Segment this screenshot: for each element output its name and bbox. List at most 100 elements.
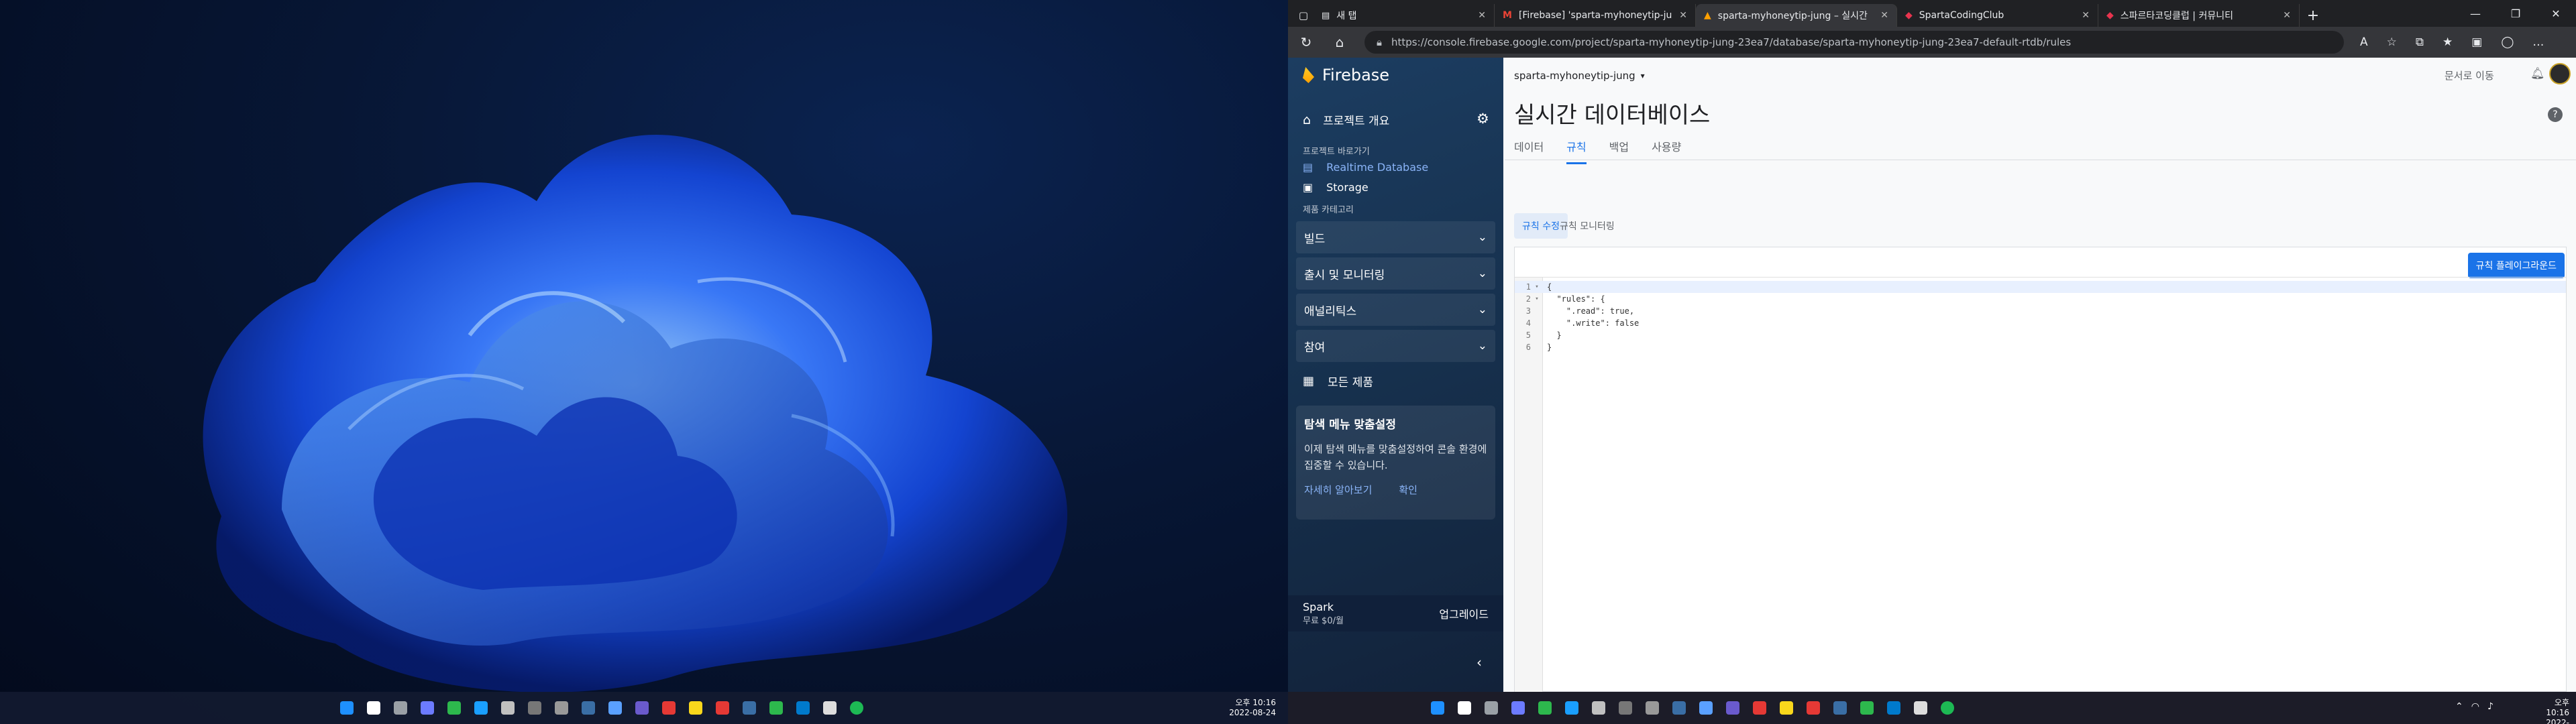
firebase-logo[interactable]: Firebase [1303,66,1389,84]
store-icon[interactable] [498,698,518,718]
profile-icon[interactable]: ◯ [2501,36,2514,49]
reload-icon[interactable]: ↻ [1297,34,1315,50]
tab-rules[interactable]: 규칙 [1566,138,1587,164]
tab-1[interactable]: M [Firebase] 'sparta-myhoneytip-ju ✕ [1495,4,1696,27]
spotify-icon[interactable] [847,698,867,718]
confirm-link[interactable]: 확인 [1399,483,1417,497]
close-button[interactable]: ✕ [2536,0,2576,27]
tab-0[interactable]: ▤ 새 탭 ✕ [1313,4,1495,27]
new-tab-button[interactable]: + [2300,4,2326,27]
favorites-list-icon[interactable]: ★ [2443,36,2453,49]
taskview-icon[interactable] [1481,698,1501,718]
youtube-icon[interactable] [659,698,679,718]
upgrade-button[interactable]: 업그레이드 [1439,605,1489,621]
subtab-rules-monitoring[interactable]: 규칙 모니터링 [1560,219,1615,233]
fold-marker[interactable]: ▾ [1531,293,1543,305]
tab-backups[interactable]: 백업 [1609,138,1629,164]
search-icon[interactable] [364,698,384,718]
favorite-icon[interactable]: ☆ [2387,36,2397,49]
app-icon[interactable] [632,698,652,718]
close-icon[interactable]: ✕ [1478,10,1486,21]
youtube-icon[interactable] [1750,698,1770,718]
taskbar-right-clock[interactable]: 오후 10:162022-08-24 [2534,698,2569,724]
settings-gear-icon[interactable]: ⚙ [1477,111,1489,127]
app-icon[interactable] [605,698,625,718]
url-field[interactable]: 🔒︎ https://console.firebase.google.com/p… [1364,31,2344,54]
category-item[interactable]: 참여 ⌄ [1296,330,1495,362]
rules-playground-button[interactable]: 규칙 플레이그라운드 [2467,253,2565,278]
category-item[interactable]: 빌드 ⌄ [1296,221,1495,253]
learn-more-link[interactable]: 자세히 알아보기 [1304,483,1372,497]
app-icon[interactable] [1669,698,1689,718]
fold-marker[interactable] [1531,329,1543,341]
extensions-icon[interactable]: ⧉ [2416,36,2424,49]
close-icon[interactable]: ✕ [2082,10,2090,21]
more-icon[interactable]: … [2532,36,2544,49]
all-products-item[interactable]: ▦ 모든 제품 [1303,373,1373,389]
code-editor[interactable]: 1 ▾{2 ▾ "rules": {3 ".read": true, 4 ".writ… [1515,281,2566,353]
wifi-icon[interactable]: ◠ [2471,701,2479,712]
project-overview-item[interactable]: ⌂ 프로젝트 개요 [1303,111,1389,129]
chevron-up-icon[interactable]: ⌃ [2455,701,2463,712]
restore-button[interactable]: ❐ [2496,0,2536,27]
fold-marker[interactable]: ▾ [1531,281,1543,293]
windows-icon[interactable] [337,698,357,718]
taskview-icon[interactable] [390,698,411,718]
taskbar-left-clock[interactable]: 오후 10:16 2022-08-24 [1216,698,1276,718]
app-icon[interactable] [578,698,598,718]
minimize-button[interactable]: — [2455,0,2496,27]
tab-3[interactable]: ◆ SpartaCodingClub ✕ [1897,4,2098,27]
close-icon[interactable]: ✕ [1880,10,1888,21]
read-aloud-icon[interactable]: A [2360,36,2368,49]
fold-marker[interactable] [1531,317,1543,329]
vscode-icon[interactable] [793,698,813,718]
fold-marker[interactable] [1531,305,1543,317]
spotify-icon[interactable] [1937,698,1957,718]
app-icon[interactable] [1723,698,1743,718]
app-icon[interactable] [686,698,706,718]
tab-data[interactable]: 데이터 [1514,138,1544,164]
chrome-icon[interactable] [820,698,840,718]
app-icon[interactable] [1642,698,1662,718]
calendar-icon[interactable] [525,698,545,718]
wechat-icon[interactable] [444,698,464,718]
collapse-sidebar-icon[interactable]: ‹ [1477,654,1482,670]
vscode-icon[interactable] [1884,698,1904,718]
app-icon[interactable] [1696,698,1716,718]
fold-marker[interactable] [1531,341,1543,353]
help-icon[interactable]: ? [2548,107,2563,122]
calendar-icon[interactable] [1615,698,1635,718]
app-icon[interactable] [1776,698,1796,718]
tab-usage[interactable]: 사용량 [1652,138,1681,164]
project-selector[interactable]: sparta-myhoneytip-jung ▾ [1514,70,1645,82]
edge-icon[interactable] [471,698,491,718]
app-icon[interactable] [1803,698,1823,718]
app-icon[interactable] [1857,698,1877,718]
windows-icon[interactable] [1428,698,1448,718]
volume-icon[interactable]: ♪ [2487,701,2493,712]
chat-icon[interactable] [1508,698,1528,718]
edge-icon[interactable] [1562,698,1582,718]
nav-storage[interactable]: ▣ Storage [1303,181,1368,194]
search-icon[interactable] [1454,698,1474,718]
nav-realtime-database[interactable]: ▤ Realtime Database [1303,161,1428,174]
close-icon[interactable]: ✕ [2283,10,2291,21]
category-item[interactable]: 출시 및 모니터링 ⌄ [1296,257,1495,290]
wechat-icon[interactable] [1535,698,1555,718]
collections-icon[interactable]: ▣ [2471,36,2482,49]
app-icon[interactable] [551,698,572,718]
chat-icon[interactable] [417,698,437,718]
home-icon[interactable]: ⌂ [1331,34,1348,50]
app-icon[interactable] [739,698,759,718]
tab-4[interactable]: ◆ 스파르타코딩클럽 | 커뮤니티 ✕ [2098,4,2300,27]
tab-actions-icon[interactable]: ▢ [1293,4,1313,27]
app-icon[interactable] [712,698,733,718]
docs-link[interactable]: 문서로 이동 [2445,68,2494,82]
avatar[interactable] [2549,63,2571,84]
category-item[interactable]: 애널리틱스 ⌄ [1296,294,1495,326]
app-icon[interactable] [766,698,786,718]
store-icon[interactable] [1589,698,1609,718]
app-icon[interactable] [1830,698,1850,718]
bell-icon[interactable]: 🔔︎ [2530,67,2545,80]
close-icon[interactable]: ✕ [1679,10,1687,21]
